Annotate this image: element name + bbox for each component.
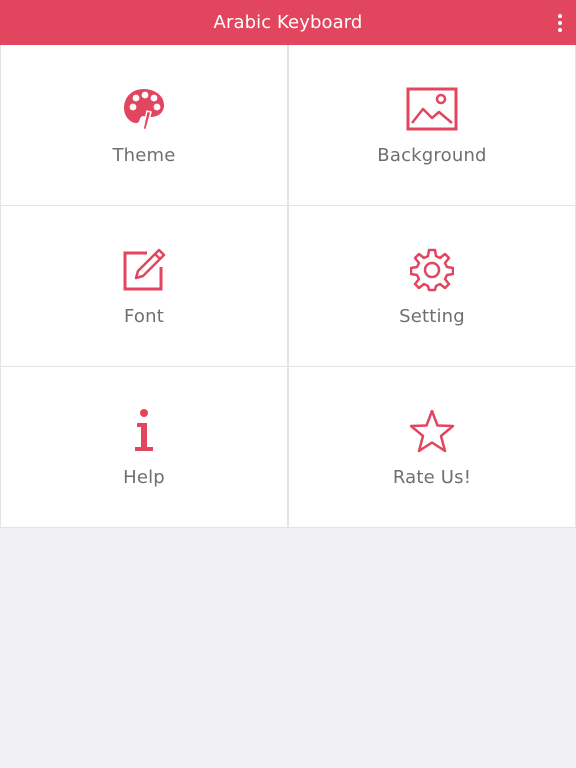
font-label: Font [124,306,164,327]
edit-icon [118,246,170,294]
font-tile[interactable]: Font [0,206,288,367]
setting-label: Setting [399,306,465,327]
image-icon [406,85,458,133]
rate-us-label: Rate Us! [392,467,472,488]
app-title: Arabic Keyboard [213,12,363,33]
theme-label: Theme [112,145,176,166]
app-screen: Arabic Keyboard Theme Background Font Se… [0,0,576,768]
palette-icon [118,85,170,133]
menu-grid: Theme Background Font Setting Help Rate … [0,45,576,528]
info-icon [118,407,170,455]
more-vertical-icon-dot [558,28,562,32]
more-vertical-icon [558,14,562,18]
overflow-menu-button[interactable] [552,8,568,38]
help-label: Help [123,467,165,488]
app-header: Arabic Keyboard [0,0,576,45]
star-icon [406,407,458,455]
background-label: Background [377,145,487,166]
setting-tile[interactable]: Setting [288,206,576,367]
rate-us-tile[interactable]: Rate Us! [288,367,576,528]
more-vertical-icon-dot [558,21,562,25]
gear-icon [406,246,458,294]
background-tile[interactable]: Background [288,45,576,206]
help-tile[interactable]: Help [0,367,288,528]
theme-tile[interactable]: Theme [0,45,288,206]
